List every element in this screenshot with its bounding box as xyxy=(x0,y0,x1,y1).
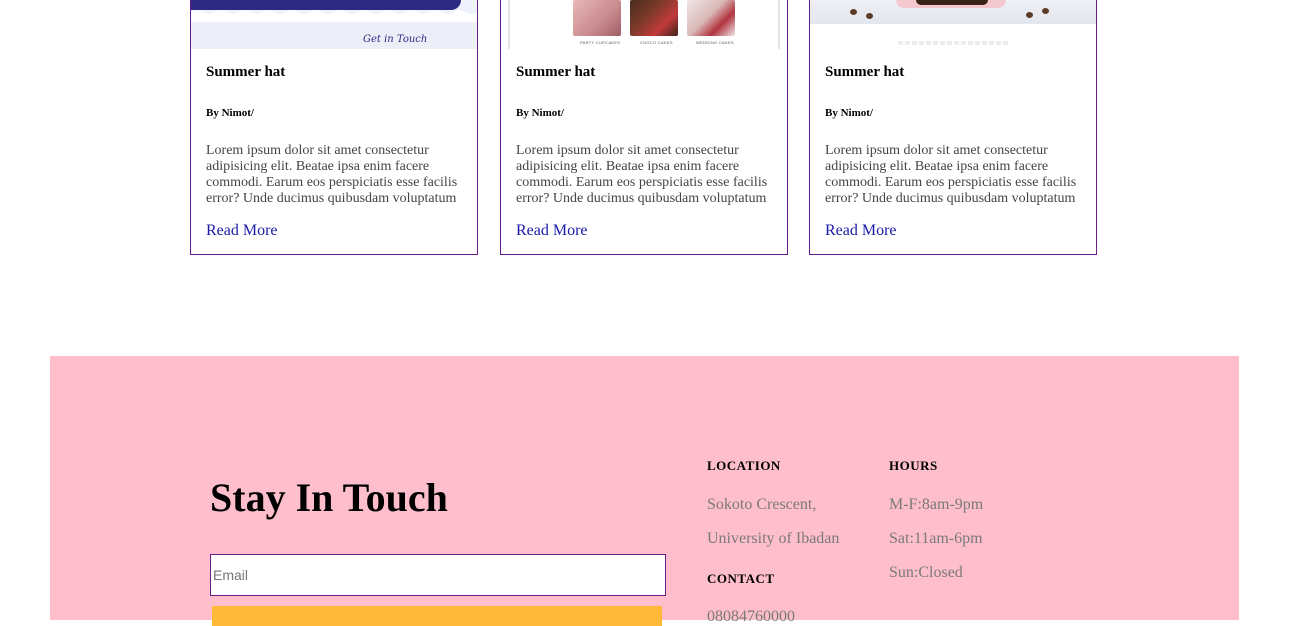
hours-line: Sat:11am-6pm xyxy=(889,530,983,547)
read-more-link[interactable]: Read More xyxy=(516,222,588,240)
footer: Stay In Touch LOCATION Sokoto Crescent, … xyxy=(50,356,1239,626)
location-heading: LOCATION xyxy=(707,458,781,473)
blog-card-image[interactable] xyxy=(810,0,1096,49)
card-author: By Nimot/ xyxy=(206,107,254,119)
chocolate-cake xyxy=(916,0,988,5)
chocolate-piece xyxy=(850,9,857,15)
card-title: Summer hat xyxy=(516,64,596,80)
image-caption: Get in Touch xyxy=(363,34,428,45)
email-input[interactable] xyxy=(210,554,666,596)
image-wave xyxy=(191,10,477,22)
location-line: Sokoto Crescent, xyxy=(707,496,817,513)
contact-heading: CONTACT xyxy=(707,571,775,586)
card-title: Summer hat xyxy=(825,64,905,80)
contact-phone[interactable]: 08084760000 xyxy=(707,608,795,626)
blog-card-image[interactable]: Get in Touch xyxy=(191,0,477,49)
card-title: Summer hat xyxy=(206,64,286,80)
stay-in-touch-title: Stay In Touch xyxy=(210,475,448,520)
hours-line: M-F:8am-9pm xyxy=(889,496,984,513)
image-faded-caption xyxy=(898,41,1010,45)
image-label: CHOCO CAKES xyxy=(640,40,673,45)
chocolate-piece xyxy=(1026,12,1033,18)
wedding-cake-photo xyxy=(687,0,735,36)
blog-card: Summer hat By Nimot/ Lorem ipsum dolor s… xyxy=(809,0,1097,255)
image-background: PARTY CUPCAKES CHOCO CAKES WEDDING CAKES xyxy=(508,0,780,49)
location-line: University of Ibadan xyxy=(707,530,840,547)
chocolate-piece xyxy=(1042,8,1049,14)
read-more-link[interactable]: Read More xyxy=(825,222,897,240)
blog-card: PARTY CUPCAKES CHOCO CAKES WEDDING CAKES… xyxy=(500,0,788,255)
blog-card: Get in Touch Summer hat By Nimot/ Lorem … xyxy=(190,0,478,255)
read-more-link[interactable]: Read More xyxy=(206,222,278,240)
choco-cake-photo xyxy=(630,0,678,36)
chocolate-piece xyxy=(866,13,873,19)
cupcake-photo xyxy=(573,0,621,36)
hours-line: Sun:Closed xyxy=(889,564,963,581)
image-label: WEDDING CAKES xyxy=(696,40,734,45)
image-label: PARTY CUPCAKES xyxy=(580,40,621,45)
card-excerpt: Lorem ipsum dolor sit amet consectetur a… xyxy=(825,143,1077,206)
card-author: By Nimot/ xyxy=(516,107,564,119)
blog-card-image[interactable]: PARTY CUPCAKES CHOCO CAKES WEDDING CAKES xyxy=(501,0,787,49)
card-author: By Nimot/ xyxy=(825,107,873,119)
hours-heading: HOURS xyxy=(889,458,938,473)
card-excerpt: Lorem ipsum dolor sit amet consectetur a… xyxy=(206,143,458,206)
subscribe-button[interactable] xyxy=(212,606,662,626)
blog-cards: Get in Touch Summer hat By Nimot/ Lorem … xyxy=(190,0,1100,256)
card-excerpt: Lorem ipsum dolor sit amet consectetur a… xyxy=(516,143,768,206)
